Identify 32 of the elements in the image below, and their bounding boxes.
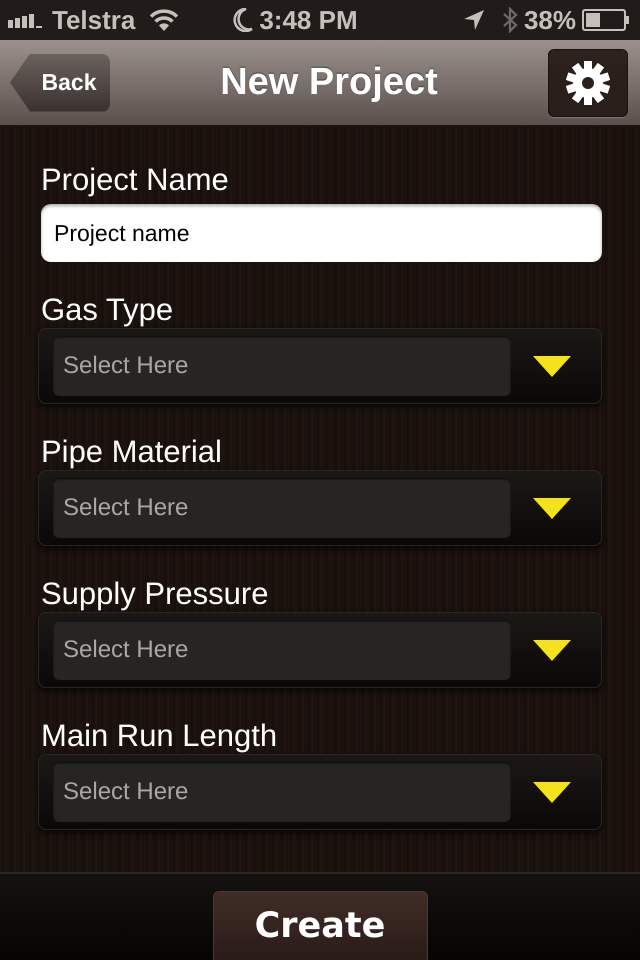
status-time: 3:48 PM [259, 7, 358, 33]
settings-button[interactable] [548, 48, 628, 116]
create-button[interactable]: Create [212, 891, 428, 960]
dropdown-button[interactable]: Select Here [38, 470, 602, 546]
select-field: Select Here [53, 336, 511, 396]
field-label: Main Run Length [40, 718, 278, 754]
field-label: Supply Pressure [40, 576, 270, 612]
wifi-icon [149, 9, 180, 31]
dropdown-button[interactable]: Select Here [38, 754, 602, 830]
dropdown-button[interactable]: Select Here [38, 612, 602, 688]
field-label: Project Name [40, 162, 230, 198]
caret-down-icon [533, 498, 571, 518]
field-label: Pipe Material [40, 434, 223, 470]
caret-down-icon [533, 782, 571, 802]
select-field: Select Here [53, 620, 511, 680]
caret-down-icon [533, 356, 571, 376]
screen-title: New Project [219, 60, 439, 105]
bluetooth-icon [502, 7, 518, 33]
dropdown-button[interactable]: Select Here [38, 328, 602, 404]
text-input[interactable]: Project name [41, 204, 602, 262]
select-field: Select Here [53, 478, 511, 538]
field-label: Gas Type [40, 292, 174, 328]
signal-strength-icon [8, 12, 44, 28]
battery-percentage: 38% [524, 7, 576, 33]
gear-icon [566, 60, 610, 104]
moon-icon [233, 8, 254, 32]
battery-icon [582, 9, 630, 31]
carrier-name: Telstra [52, 7, 136, 33]
back-button[interactable]: Back [10, 54, 110, 112]
location-arrow-icon [464, 10, 484, 30]
caret-down-icon [533, 640, 571, 660]
select-field: Select Here [53, 762, 511, 822]
